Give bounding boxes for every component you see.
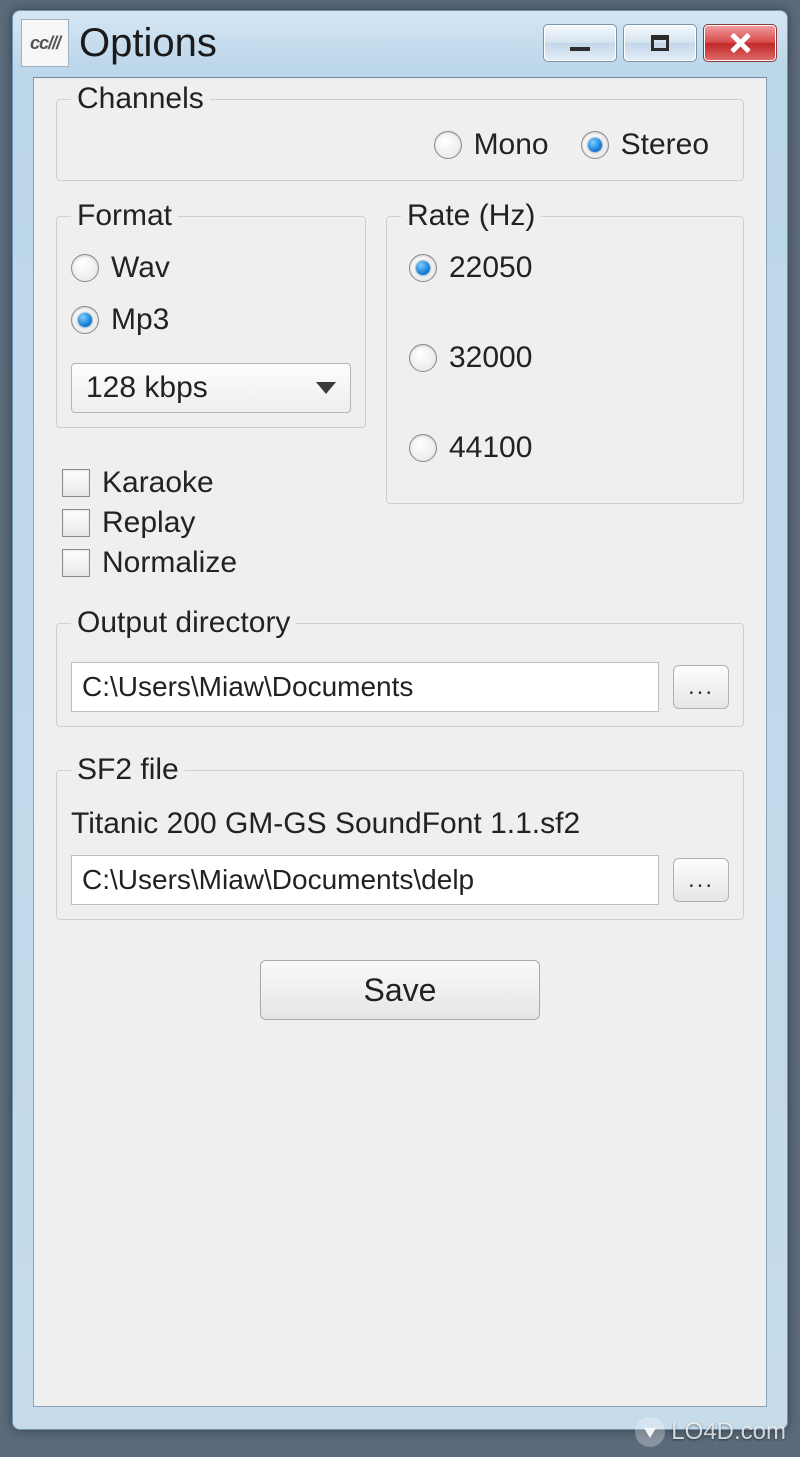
output-dir-input[interactable]: C:\Users\Miaw\Documents — [71, 662, 659, 712]
watermark: LO4D.com — [635, 1417, 786, 1447]
radio-label: Mono — [474, 128, 549, 162]
radio-label: Wav — [111, 251, 170, 285]
radio-mono[interactable]: Mono — [434, 128, 549, 162]
output-dir-browse-button[interactable]: ... — [673, 665, 729, 709]
radio-icon — [71, 306, 99, 334]
maximize-icon — [651, 35, 669, 51]
format-legend: Format — [71, 199, 178, 233]
check-replay[interactable]: Replay — [62, 506, 366, 540]
output-dir-legend: Output directory — [71, 606, 296, 640]
watermark-text: LO4D.com — [671, 1418, 786, 1446]
options-window: cc/// Options Channels Mono Stereo — [12, 10, 788, 1430]
window-controls — [543, 24, 777, 62]
sf2-path-input[interactable]: C:\Users\Miaw\Documents\delp — [71, 855, 659, 905]
radio-stereo[interactable]: Stereo — [581, 128, 709, 162]
ellipsis-icon: ... — [688, 866, 714, 894]
radio-rate-22050[interactable]: 22050 — [409, 251, 729, 285]
close-icon — [728, 31, 752, 55]
sf2-browse-button[interactable]: ... — [673, 858, 729, 902]
channels-group: Channels Mono Stereo — [56, 82, 744, 181]
check-label: Replay — [102, 506, 195, 540]
radio-icon — [581, 131, 609, 159]
rate-legend: Rate (Hz) — [401, 199, 541, 233]
save-button[interactable]: Save — [260, 960, 540, 1020]
sf2-filename-label: Titanic 200 GM-GS SoundFont 1.1.sf2 — [71, 807, 729, 841]
bitrate-combobox[interactable]: 128 kbps — [71, 363, 351, 413]
radio-icon — [71, 254, 99, 282]
output-dir-group: Output directory C:\Users\Miaw\Documents… — [56, 606, 744, 727]
radio-icon — [409, 254, 437, 282]
radio-label: 32000 — [449, 341, 532, 375]
rate-group: Rate (Hz) 22050 32000 44100 — [386, 199, 744, 504]
combobox-value: 128 kbps — [86, 371, 208, 405]
radio-label: 22050 — [449, 251, 532, 285]
download-icon — [635, 1417, 665, 1447]
check-normalize[interactable]: Normalize — [62, 546, 366, 580]
checkbox-icon — [62, 469, 90, 497]
channels-legend: Channels — [71, 82, 210, 116]
radio-icon — [409, 434, 437, 462]
chevron-down-icon — [316, 382, 336, 394]
maximize-button[interactable] — [623, 24, 697, 62]
radio-label: Mp3 — [111, 303, 169, 337]
input-value: C:\Users\Miaw\Documents\delp — [82, 864, 474, 896]
checkbox-icon — [62, 509, 90, 537]
radio-rate-32000[interactable]: 32000 — [409, 341, 729, 375]
minimize-icon — [570, 47, 590, 51]
button-label: Save — [364, 972, 437, 1009]
check-label: Normalize — [102, 546, 237, 580]
client-area: Channels Mono Stereo Format — [33, 77, 767, 1407]
minimize-button[interactable] — [543, 24, 617, 62]
sf2-file-group: SF2 file Titanic 200 GM-GS SoundFont 1.1… — [56, 753, 744, 920]
radio-icon — [409, 344, 437, 372]
check-label: Karaoke — [102, 466, 214, 500]
check-karaoke[interactable]: Karaoke — [62, 466, 366, 500]
app-icon: cc/// — [21, 19, 69, 67]
input-value: C:\Users\Miaw\Documents — [82, 671, 413, 703]
radio-icon — [434, 131, 462, 159]
close-button[interactable] — [703, 24, 777, 62]
radio-label: 44100 — [449, 431, 532, 465]
radio-rate-44100[interactable]: 44100 — [409, 431, 729, 465]
radio-wav[interactable]: Wav — [71, 251, 351, 285]
window-title: Options — [79, 21, 543, 66]
checkbox-icon — [62, 549, 90, 577]
radio-mp3[interactable]: Mp3 — [71, 303, 351, 337]
radio-label: Stereo — [621, 128, 709, 162]
format-group: Format Wav Mp3 128 kbps — [56, 199, 366, 428]
ellipsis-icon: ... — [688, 673, 714, 701]
titlebar[interactable]: cc/// Options — [13, 11, 787, 75]
sf2-legend: SF2 file — [71, 753, 185, 787]
